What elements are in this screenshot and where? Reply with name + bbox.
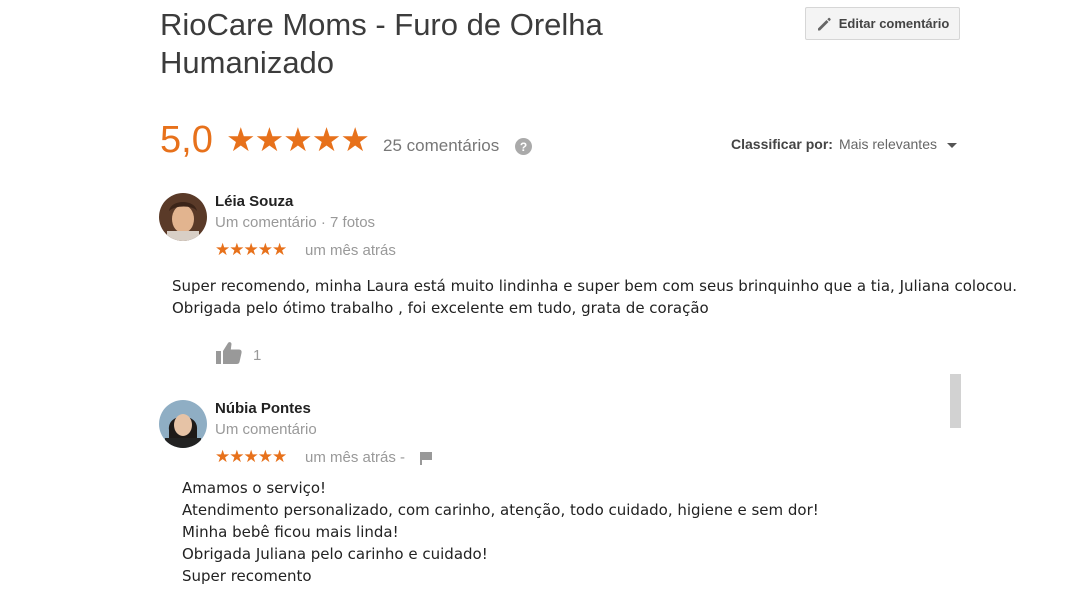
- review-stars: ★★★★★: [215, 447, 287, 466]
- avatar[interactable]: [159, 193, 207, 241]
- sort-label: Classificar por:: [731, 136, 833, 152]
- chevron-down-icon[interactable]: [946, 142, 957, 148]
- review-text-line: Super recomendo, minha Laura está muito …: [172, 277, 1017, 295]
- review-text-line: Super recomento: [182, 567, 312, 585]
- average-rating: 5,0: [160, 119, 213, 161]
- review-text-line: Minha bebê ficou mais linda!: [182, 523, 399, 541]
- review-author[interactable]: Léia Souza: [215, 193, 293, 210]
- review-text-line: Amamos o serviço!: [182, 479, 327, 497]
- like-count: 1: [253, 347, 262, 364]
- scrollbar-thumb[interactable]: [950, 374, 961, 428]
- review-text-line: Obrigada Juliana pelo carinho e cuidado!: [182, 545, 488, 563]
- like-row: 1: [215, 341, 261, 370]
- rating-stars: ★★★★★: [226, 121, 370, 158]
- edit-review-button[interactable]: Editar comentário: [805, 7, 960, 40]
- review-stars: ★★★★★: [215, 240, 287, 259]
- sort-control: Classificar por: Mais relevantes: [731, 136, 957, 152]
- review-count-link[interactable]: 25 comentários: [383, 136, 499, 156]
- page-title: RioCare Moms - Furo de Orelha Humanizado: [160, 7, 603, 80]
- pencil-icon: [816, 16, 832, 32]
- review-author[interactable]: Núbia Pontes: [215, 400, 311, 417]
- review-time: um mês atrás: [305, 242, 396, 259]
- review-text-line: Obrigada pelo ótimo trabalho , foi excel…: [172, 299, 709, 317]
- review-text: Super recomendo, minha Laura está muito …: [172, 275, 1032, 319]
- flag-icon[interactable]: [419, 451, 433, 470]
- thumbs-up-icon[interactable]: [215, 341, 243, 370]
- edit-review-label: Editar comentário: [838, 16, 950, 31]
- help-icon[interactable]: ?: [515, 138, 532, 155]
- review-text: Amamos o serviço! Atendimento personaliz…: [182, 477, 942, 587]
- review-time: um mês atrás -: [305, 449, 406, 466]
- review-text-line: Atendimento personalizado, com carinho, …: [182, 501, 819, 519]
- sort-dropdown[interactable]: Mais relevantes: [839, 136, 937, 152]
- review-author-meta[interactable]: Um comentário · 7 fotos: [215, 214, 375, 231]
- review-author-meta[interactable]: Um comentário: [215, 421, 317, 438]
- avatar[interactable]: [159, 400, 207, 448]
